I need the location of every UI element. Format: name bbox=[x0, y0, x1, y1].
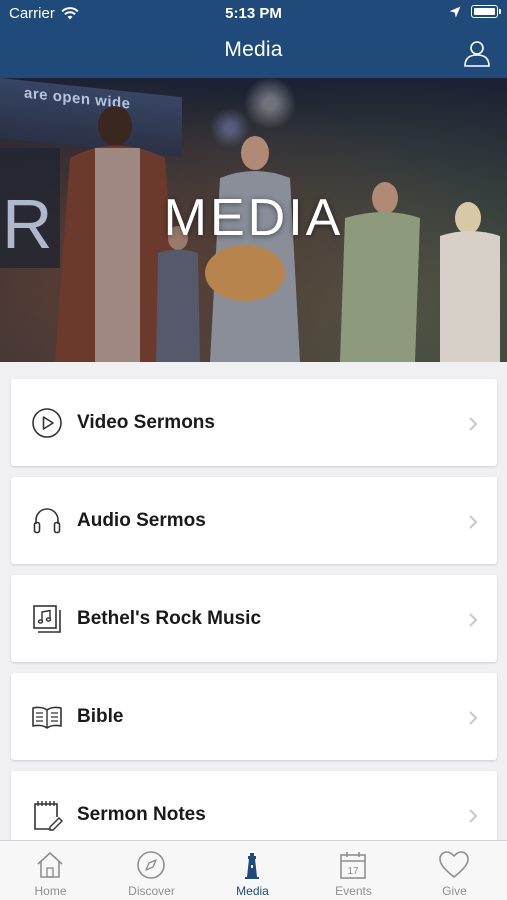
menu-item-label: Video Sermons bbox=[77, 412, 215, 433]
tab-media[interactable]: Media bbox=[202, 841, 303, 900]
heart-icon bbox=[439, 851, 469, 878]
open-book-icon bbox=[32, 706, 62, 729]
status-bar: Carrier 5:13 PM bbox=[0, 0, 507, 28]
menu-item-label: Bethel's Rock Music bbox=[77, 608, 262, 629]
menu-item-label: Bible bbox=[77, 706, 124, 727]
status-time: 5:13 PM bbox=[225, 5, 282, 22]
menu-item-video-sermons[interactable]: Video Sermons bbox=[11, 379, 497, 466]
chevron-right-icon bbox=[469, 417, 478, 431]
menu-item-label: Sermon Notes bbox=[77, 804, 206, 825]
tab-label: Home bbox=[34, 884, 67, 898]
tab-discover[interactable]: Discover bbox=[101, 841, 202, 900]
chevron-right-icon bbox=[469, 515, 478, 529]
top-bar: Carrier 5:13 PM Media bbox=[0, 0, 507, 78]
tab-label: Events bbox=[335, 884, 372, 898]
battery-icon bbox=[471, 5, 501, 18]
home-icon bbox=[37, 851, 63, 878]
profile-icon[interactable] bbox=[463, 39, 491, 67]
calendar-icon: 17 bbox=[340, 852, 366, 879]
tab-bar: Home Discover Media 17 Events Give bbox=[0, 840, 507, 900]
menu-item-audio-sermons[interactable]: Audio Sermos bbox=[11, 477, 497, 564]
tab-label: Media bbox=[236, 884, 269, 898]
play-circle-icon bbox=[32, 408, 62, 438]
compass-icon bbox=[137, 851, 165, 879]
tab-give[interactable]: Give bbox=[404, 841, 505, 900]
tab-events[interactable]: 17 Events bbox=[303, 841, 404, 900]
nav-title: Media bbox=[224, 38, 283, 61]
notepad-pencil-icon bbox=[34, 801, 63, 831]
lighthouse-icon bbox=[245, 853, 259, 879]
status-right bbox=[449, 5, 501, 18]
chevron-right-icon bbox=[469, 809, 478, 823]
chevron-right-icon bbox=[469, 711, 478, 725]
tab-label: Give bbox=[442, 884, 467, 898]
calendar-day: 17 bbox=[347, 866, 359, 877]
hero-banner: are open wide R MEDIA bbox=[0, 78, 507, 362]
hero-title: MEDIA bbox=[163, 189, 344, 247]
headphones-icon bbox=[33, 508, 61, 534]
location-arrow-icon bbox=[449, 6, 461, 17]
chevron-right-icon bbox=[469, 613, 478, 627]
menu-item-rock-music[interactable]: Bethel's Rock Music bbox=[11, 575, 497, 662]
menu-item-label: Audio Sermos bbox=[77, 510, 206, 531]
music-album-icon bbox=[33, 605, 61, 633]
tab-home[interactable]: Home bbox=[0, 841, 101, 900]
tab-label: Discover bbox=[128, 884, 175, 898]
menu-item-bible[interactable]: Bible bbox=[11, 673, 497, 760]
